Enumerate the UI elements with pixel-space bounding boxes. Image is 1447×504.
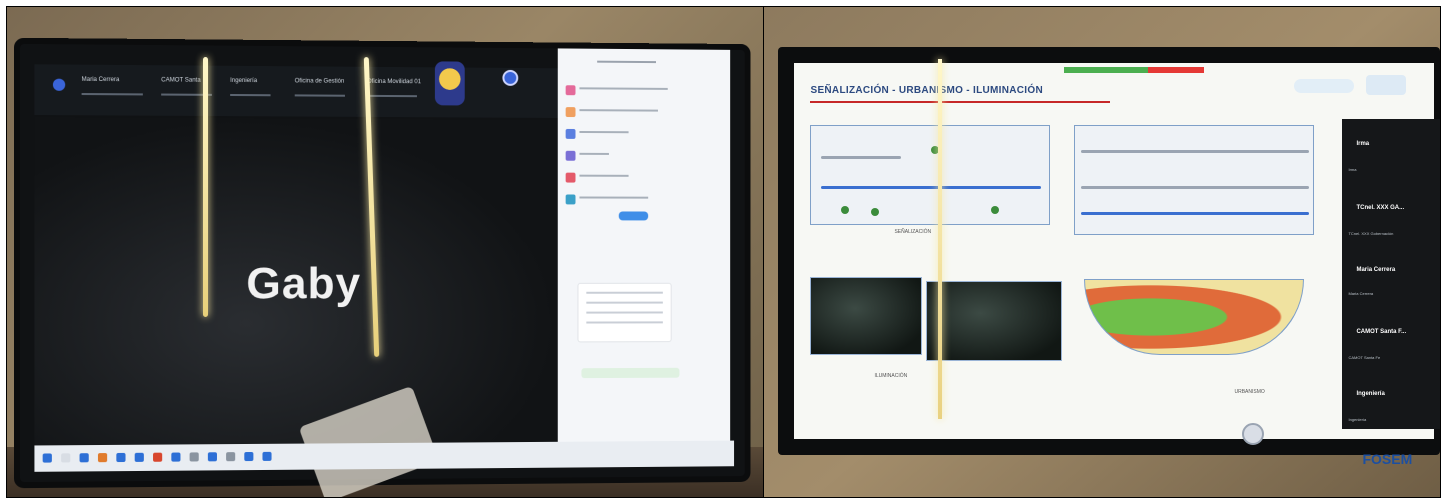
left-photo: Maria Cerrera CAMOT Santa Ingeniería Ofi… [7, 7, 765, 497]
participant-name: TCnel. XXX GA... [1356, 205, 1405, 211]
participant-subtitle: Maria Cerrera [1348, 291, 1374, 296]
caption-urbanismo: URBANISMO [1234, 389, 1265, 395]
main-video-area: Gaby [34, 117, 558, 497]
participant-tab: Ingeniería [230, 77, 258, 85]
participant-name: CAMOT Santa F... [1356, 329, 1407, 335]
logo [1366, 75, 1407, 95]
participant-name: Gaby [246, 258, 362, 309]
windows-taskbar [34, 440, 735, 472]
title-underline [810, 101, 1111, 103]
tv-screen: Maria Cerrera CAMOT Santa Ingeniería Ofi… [20, 43, 745, 497]
participant-avatar [434, 61, 465, 106]
participant-tab: Oficina Movilidad 01 [366, 78, 421, 86]
participant-subtitle: Irma [1348, 167, 1357, 172]
tv-screen: SEÑALIZACIÓN - URBANISMO - ILUMINACIÓN S… [778, 47, 1440, 455]
urban-plan [1074, 125, 1315, 235]
caption-senalizacion: SEÑALIZACIÓN [894, 229, 932, 235]
image-frame: Maria Cerrera CAMOT Santa Ingeniería Ofi… [6, 6, 1441, 498]
participant-subtitle: Ingeniería [1348, 417, 1367, 422]
participants-panel: Irma Irma TCnel. XXX GA... TCnel. XXX Go… [1342, 119, 1440, 429]
participant-tab: Oficina de Gestión [294, 78, 345, 85]
status-bar [1064, 67, 1205, 73]
message-bar [581, 367, 680, 379]
caption-iluminacion: ILUMINACIÓN [874, 373, 908, 379]
night-photo [926, 281, 1063, 361]
message-card [577, 282, 672, 343]
night-photo [810, 277, 923, 355]
participant-subtitle: TCnel. XXX Gobernación [1348, 231, 1394, 236]
participant-subtitle: CAMOT Santa Fe [1348, 355, 1381, 360]
right-photo: SEÑALIZACIÓN - URBANISMO - ILUMINACIÓN S… [764, 7, 1440, 497]
participant-dot-icon [52, 78, 66, 91]
participant-tab: Maria Cerrera [81, 76, 120, 84]
logo [1294, 79, 1355, 93]
brand-text: FOSEM [1362, 451, 1413, 467]
blue-pill [618, 211, 649, 221]
led-strip [938, 59, 943, 419]
participant-tab: CAMOT Santa [161, 77, 201, 84]
landscape-plan [1084, 279, 1305, 355]
led-strip [203, 57, 208, 317]
participant-name: Ingeniería [1356, 391, 1385, 397]
chat-sidebar [557, 48, 731, 442]
participant-name: Irma [1356, 141, 1370, 147]
participant-name: Maria Cerrera [1356, 267, 1396, 273]
call-participant-bar: Maria Cerrera CAMOT Santa Ingeniería Ofi… [34, 64, 558, 118]
signage-plan [810, 125, 1051, 225]
presentation-slide: SEÑALIZACIÓN - URBANISMO - ILUMINACIÓN S… [794, 63, 1440, 439]
blue-circle-icon [502, 69, 519, 86]
slide-title: SEÑALIZACIÓN - URBANISMO - ILUMINACIÓN [810, 85, 1043, 96]
